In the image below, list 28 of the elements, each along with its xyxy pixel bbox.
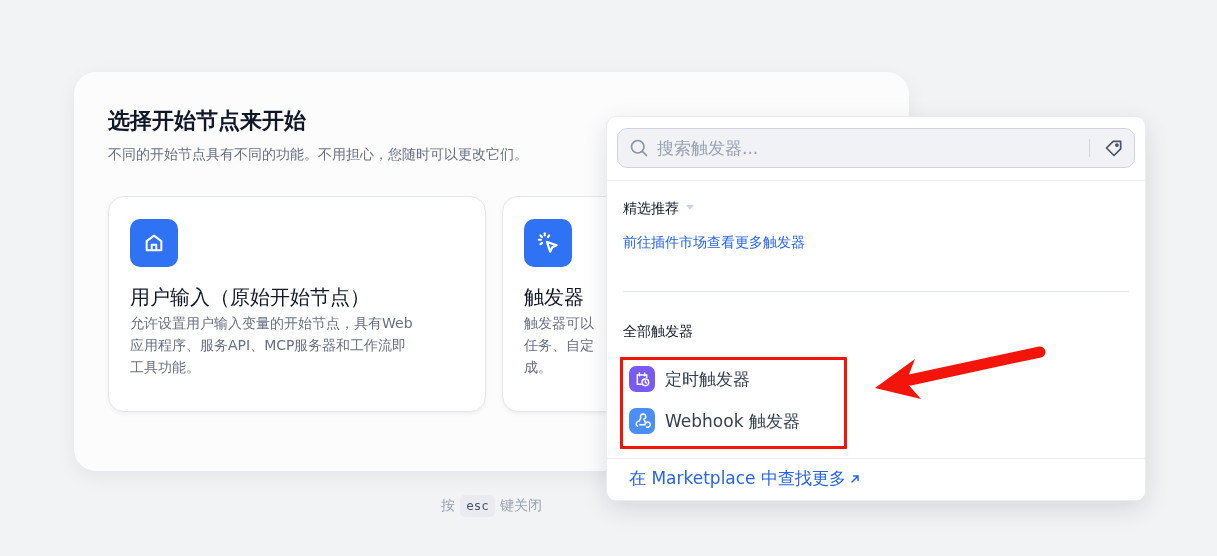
option-description: 应用程序、服务API、MCP服务器和工作流即	[130, 336, 407, 355]
section-heading: 精选推荐	[623, 199, 679, 218]
option-description: 工具功能。	[130, 358, 200, 377]
search-field[interactable]: 搜索触发器...	[657, 138, 1081, 158]
option-description: 允许设置用户输入变量的开始节点，具有Web	[130, 314, 413, 333]
home-tile-icon	[130, 219, 178, 267]
option-title: 触发器	[524, 284, 584, 311]
hint-text: 键关闭	[499, 497, 542, 515]
section-heading: 全部触发器	[623, 322, 693, 341]
tag-icon	[1104, 138, 1124, 158]
option-title: 用户输入（原始开始节点）	[130, 284, 370, 311]
dialog-subtitle: 不同的开始节点具有不同的功能。不用担心，您随时可以更改它们。	[108, 145, 528, 164]
tag-filter-button[interactable]	[1104, 138, 1124, 158]
trigger-item[interactable]: 定时触发器	[665, 367, 750, 391]
option-description: 任务、自定	[524, 336, 594, 355]
trigger-tile-icon	[524, 219, 572, 267]
trigger-item[interactable]: Webhook 触发器	[665, 409, 800, 433]
option-description: 触发器可以	[524, 314, 594, 333]
marketplace-link[interactable]: 前往插件市场查看更多触发器	[623, 231, 805, 253]
search-bar[interactable]: 搜索触发器...	[617, 128, 1135, 168]
option-description: 成。	[524, 358, 552, 377]
option-card[interactable]: 用户输入（原始开始节点） 允许设置用户输入变量的开始节点，具有Web 应用程序、服务API、MCP服务器和工作流即 工具功能。	[108, 196, 486, 412]
search-icon	[629, 138, 649, 158]
esc-key: esc	[460, 495, 495, 517]
marketplace-link[interactable]: 在 Marketplace 中查找更多	[629, 467, 846, 490]
hint-text: 按	[441, 497, 456, 515]
dialog-title: 选择开始节点来开始	[108, 107, 306, 135]
external-link-icon	[850, 473, 860, 484]
